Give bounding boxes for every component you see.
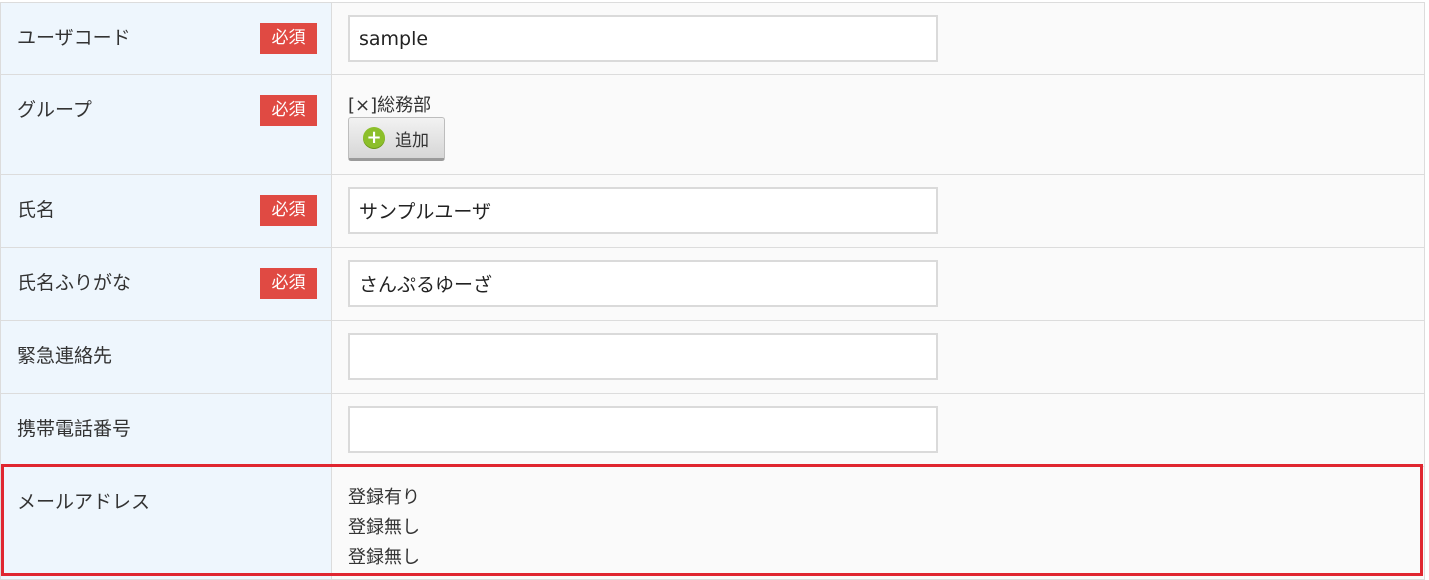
value-cell: [×]総務部 + 追加 [332, 75, 1424, 174]
row-user-code: ユーザコード 必須 [1, 3, 1425, 75]
label-cell: グループ 必須 [1, 75, 332, 174]
required-badge: 必須 [260, 195, 317, 226]
required-badge: 必須 [260, 95, 317, 126]
field-label: ユーザコード [17, 27, 131, 49]
value-cell [332, 321, 1424, 393]
name-input[interactable] [348, 187, 938, 234]
required-badge: 必須 [260, 268, 317, 299]
field-label: 氏名 [17, 199, 56, 221]
row-name-kana: 氏名ふりがな 必須 [1, 248, 1425, 321]
row-name: 氏名 必須 [1, 175, 1425, 248]
add-group-button[interactable]: + 追加 [348, 117, 445, 161]
field-label: 携帯電話番号 [17, 418, 132, 440]
row-email-address: メールアドレス 登録有り 登録無し 登録無し [1, 467, 1425, 580]
mobile-phone-input[interactable] [348, 406, 938, 453]
field-label: 緊急連絡先 [17, 345, 113, 367]
required-badge: 必須 [260, 23, 317, 54]
label-cell: 緊急連絡先 [1, 321, 332, 393]
value-cell: 登録有り 登録無し 登録無し [332, 467, 1424, 579]
value-cell [332, 175, 1424, 247]
value-cell [332, 394, 1424, 466]
row-group: グループ 必須 [×]総務部 + 追加 [1, 75, 1425, 175]
add-button-label: 追加 [395, 130, 429, 151]
label-cell: 氏名ふりがな 必須 [1, 248, 332, 320]
emergency-contact-input[interactable] [348, 333, 938, 380]
user-form: ユーザコード 必須 グループ 必須 [×]総務部 + 追加 氏名 必須 [0, 2, 1425, 580]
name-kana-input[interactable] [348, 260, 938, 307]
plus-circle-icon: + [363, 127, 385, 149]
label-cell: ユーザコード 必須 [1, 3, 332, 74]
field-label: グループ [17, 99, 92, 121]
user-code-input[interactable] [348, 15, 938, 62]
group-tag[interactable]: [×]総務部 [348, 91, 431, 117]
email-status-list: 登録有り 登録無し 登録無し [348, 483, 420, 573]
row-mobile-phone: 携帯電話番号 [1, 394, 1425, 467]
row-emergency-contact: 緊急連絡先 [1, 321, 1425, 394]
value-cell [332, 248, 1424, 320]
email-status-item: 登録無し [348, 547, 420, 568]
email-status-item: 登録無し [348, 517, 420, 538]
field-label: 氏名ふりがな [17, 272, 132, 294]
label-cell: 氏名 必須 [1, 175, 332, 247]
value-cell [332, 3, 1424, 74]
label-cell: 携帯電話番号 [1, 394, 332, 466]
email-status-item: 登録有り [348, 487, 420, 508]
label-cell: メールアドレス [1, 467, 332, 579]
field-label: メールアドレス [17, 491, 151, 513]
